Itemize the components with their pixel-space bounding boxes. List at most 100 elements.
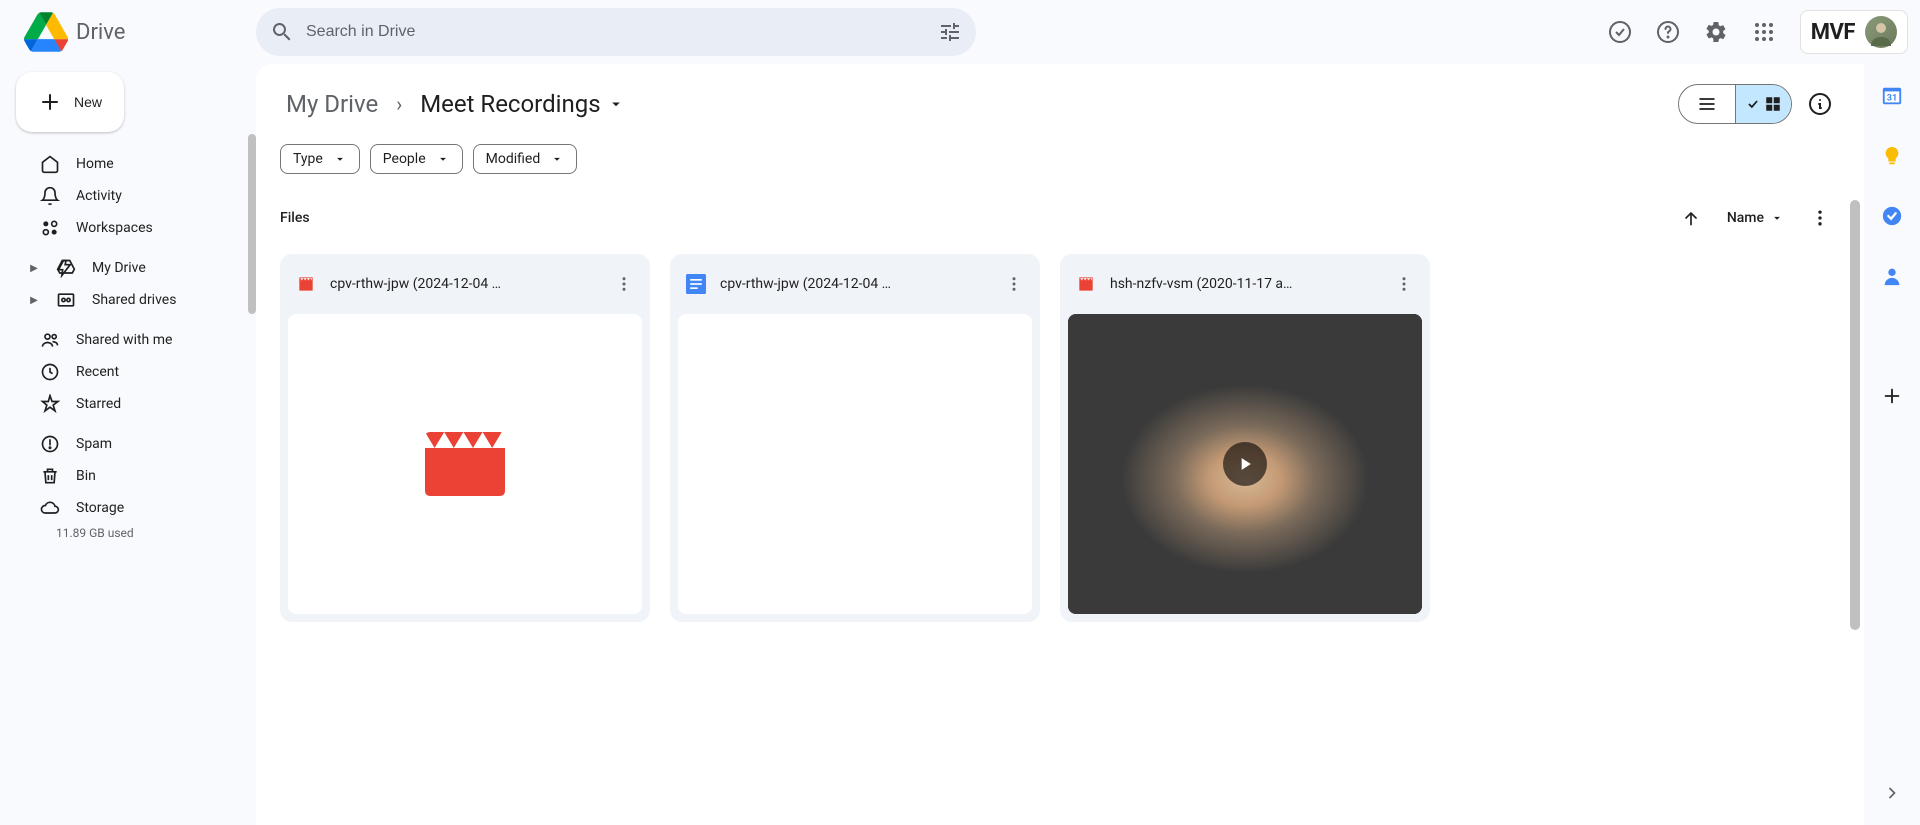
- sort-direction-button[interactable]: [1671, 198, 1711, 238]
- search-options-icon[interactable]: [938, 20, 962, 44]
- breadcrumb-current[interactable]: Meet Recordings: [414, 86, 630, 122]
- dropdown-icon: [436, 152, 450, 166]
- more-vert-icon: [1005, 275, 1023, 293]
- search-bar[interactable]: [256, 8, 976, 56]
- sidebar-scrollbar[interactable]: [248, 134, 256, 314]
- search-icon: [270, 20, 294, 44]
- apps-icon[interactable]: [1744, 12, 1784, 52]
- file-menu-button[interactable]: [1388, 268, 1420, 300]
- star-icon: [40, 394, 60, 414]
- section-header: Files Name: [256, 182, 1864, 246]
- plus-icon: [38, 90, 62, 114]
- view-toggle: [1678, 84, 1792, 124]
- filter-type[interactable]: Type: [280, 144, 360, 174]
- file-menu-button[interactable]: [608, 268, 640, 300]
- filter-modified[interactable]: Modified: [473, 144, 578, 174]
- play-icon: [1235, 454, 1255, 474]
- expand-icon[interactable]: ▶: [28, 263, 40, 274]
- sort-by-button[interactable]: Name: [1727, 210, 1784, 226]
- avatar[interactable]: [1865, 16, 1897, 48]
- dropdown-icon: [550, 152, 564, 166]
- info-icon: [1808, 92, 1832, 116]
- shareddrives-icon: [56, 290, 76, 310]
- calendar-addon[interactable]: 31: [1872, 76, 1912, 116]
- calendar-icon: 31: [1881, 85, 1903, 107]
- expand-icon[interactable]: ▶: [28, 295, 40, 306]
- chevron-right-icon: [1882, 783, 1902, 803]
- plus-icon: [1881, 385, 1903, 407]
- sidebar-item-sharedwithme[interactable]: Shared with me: [16, 324, 240, 356]
- filter-people[interactable]: People: [370, 144, 463, 174]
- sidebar-item-workspaces[interactable]: Workspaces: [16, 212, 240, 244]
- file-preview: [678, 314, 1032, 614]
- new-button[interactable]: New: [16, 72, 124, 132]
- arrow-up-icon: [1681, 208, 1701, 228]
- dropdown-icon: [607, 95, 625, 113]
- sidebar-item-storage[interactable]: Storage: [16, 492, 240, 524]
- bell-icon: [40, 186, 60, 206]
- cloud-icon: [40, 498, 60, 518]
- file-preview: [1068, 314, 1422, 614]
- sidebar-item-activity[interactable]: Activity: [16, 180, 240, 212]
- storage-used: 11.89 GB used: [16, 526, 240, 540]
- people-icon: [40, 330, 60, 350]
- filter-row: Type People Modified: [256, 132, 1864, 182]
- list-view-button[interactable]: [1679, 85, 1735, 123]
- contacts-addon[interactable]: [1872, 256, 1912, 296]
- sidebar-item-recent[interactable]: Recent: [16, 356, 240, 388]
- sidebar-item-home[interactable]: Home: [16, 148, 240, 180]
- keep-addon[interactable]: [1872, 136, 1912, 176]
- sidebar: New Home Activity Workspaces ▶My Drive ▶…: [0, 64, 256, 825]
- settings-icon[interactable]: [1696, 12, 1736, 52]
- info-button[interactable]: [1800, 84, 1840, 124]
- file-name: cpv-rthw-jpw (2024-12-04 …: [720, 276, 984, 292]
- home-icon: [40, 154, 60, 174]
- file-name: cpv-rthw-jpw (2024-12-04 …: [330, 276, 594, 292]
- dropdown-icon: [333, 152, 347, 166]
- check-icon: [1746, 97, 1760, 111]
- header: Drive MVF: [0, 0, 1920, 64]
- list-icon: [1697, 94, 1717, 114]
- video-file-icon: [1076, 274, 1096, 294]
- main-scrollbar[interactable]: [1850, 200, 1860, 630]
- product-name: Drive: [76, 20, 125, 45]
- svg-text:31: 31: [1887, 94, 1898, 104]
- org-badge[interactable]: MVF: [1800, 10, 1908, 54]
- person-icon: [1881, 265, 1903, 287]
- file-card[interactable]: cpv-rthw-jpw (2024-12-04 …: [670, 254, 1040, 622]
- grid-icon: [1764, 95, 1782, 113]
- sidebar-item-starred[interactable]: Starred: [16, 388, 240, 420]
- more-options-button[interactable]: [1800, 198, 1840, 238]
- file-card[interactable]: cpv-rthw-jpw (2024-12-04 …: [280, 254, 650, 622]
- sidebar-item-shareddrives[interactable]: ▶Shared drives: [16, 284, 240, 316]
- breadcrumb-parent[interactable]: My Drive: [280, 86, 384, 122]
- trash-icon: [40, 466, 60, 486]
- mydrive-icon: [56, 258, 76, 278]
- chevron-right-icon: ›: [392, 92, 406, 116]
- more-vert-icon: [1395, 275, 1413, 293]
- docs-file-icon: [686, 274, 706, 294]
- support-icon[interactable]: [1648, 12, 1688, 52]
- search-input[interactable]: [306, 23, 926, 41]
- sidebar-item-mydrive[interactable]: ▶My Drive: [16, 252, 240, 284]
- keep-icon: [1881, 145, 1903, 167]
- tasks-addon[interactable]: [1872, 196, 1912, 236]
- file-name: hsh-nzfv-vsm (2020-11-17 a…: [1110, 276, 1374, 292]
- tasks-icon: [1881, 205, 1903, 227]
- dropdown-icon: [1770, 211, 1784, 225]
- grid-view-button[interactable]: [1735, 85, 1791, 123]
- sidebar-item-bin[interactable]: Bin: [16, 460, 240, 492]
- sidebar-item-spam[interactable]: Spam: [16, 428, 240, 460]
- workspaces-icon: [40, 218, 60, 238]
- more-vert-icon: [615, 275, 633, 293]
- side-panel: 31: [1864, 64, 1920, 825]
- get-addons[interactable]: [1872, 376, 1912, 416]
- hide-panel-button[interactable]: [1872, 773, 1912, 813]
- section-label: Files: [280, 210, 310, 226]
- ready-offline-icon[interactable]: [1600, 12, 1640, 52]
- play-button[interactable]: [1223, 442, 1267, 486]
- file-card[interactable]: hsh-nzfv-vsm (2020-11-17 a…: [1060, 254, 1430, 622]
- logo-area[interactable]: Drive: [12, 12, 248, 52]
- file-grid: cpv-rthw-jpw (2024-12-04 … cpv-rthw-jpw …: [256, 246, 1864, 630]
- file-menu-button[interactable]: [998, 268, 1030, 300]
